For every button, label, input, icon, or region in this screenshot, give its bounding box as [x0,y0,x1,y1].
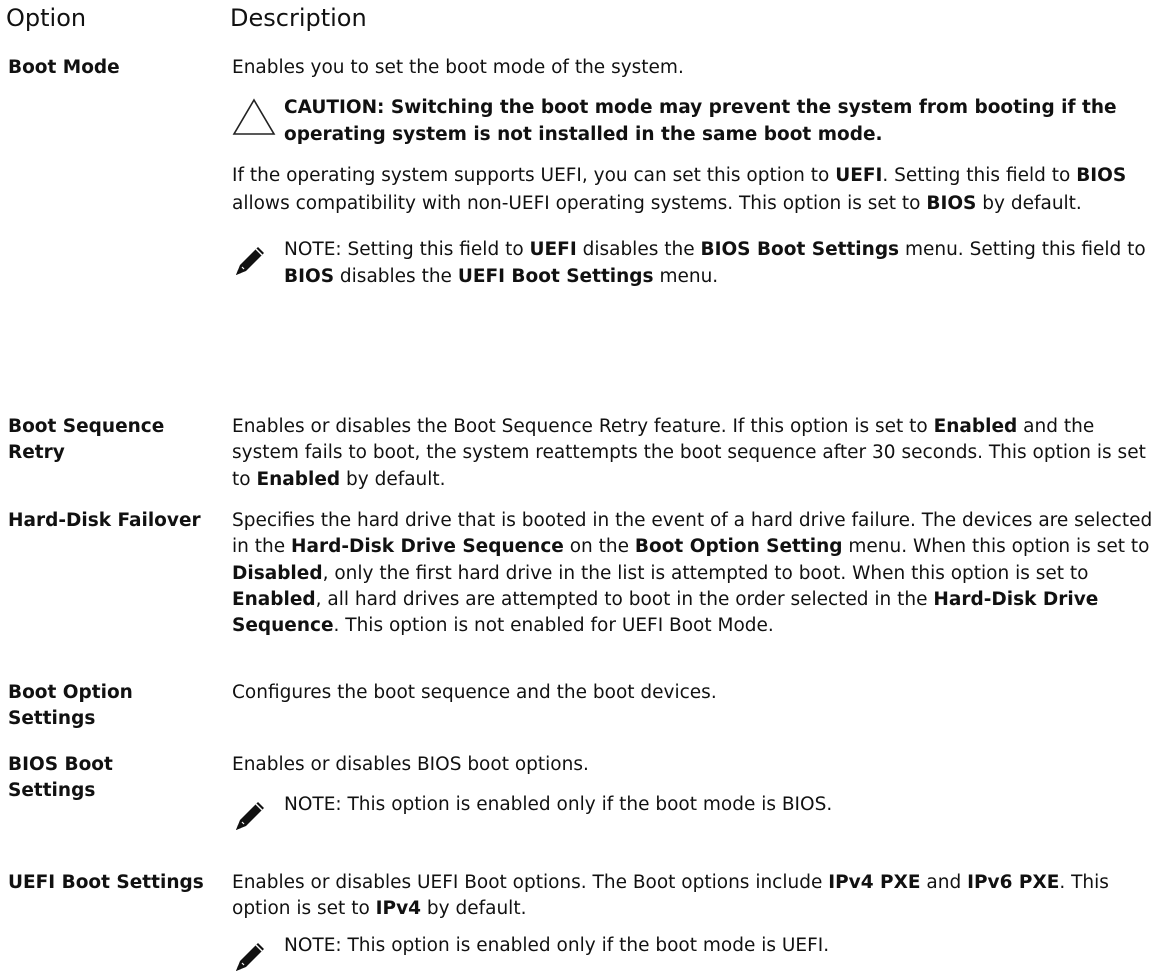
bold-text: BIOS [1076,164,1127,186]
pencil-note-icon [236,942,264,971]
caution-block: CAUTION: Switching the boot mode may pre… [232,95,1162,148]
text-span: menu. [653,265,719,287]
bold-text: Enabled [232,588,316,610]
bold-text: Hard-Disk Drive Sequence [291,536,564,558]
bold-text: IPv4 PXE [828,872,921,893]
text-span: This option is enabled only if the boot … [341,934,830,956]
bold-text: UEFI Boot Settings [457,265,654,287]
text-span: allows compatibility with non-UEFI opera… [232,192,927,214]
note-block: NOTE: Setting this field to UEFI disable… [232,237,1162,290]
description-text: Enables or disables UEFI Boot options. T… [232,870,1162,923]
caution-triangle-icon [232,98,276,136]
note-block: NOTE: This option is enabled only if the… [232,933,1162,971]
text-span: and [920,872,968,893]
description-text: Specifies the hard drive that is booted … [232,508,1162,639]
text-span: . Setting this field to [882,164,1077,186]
bold-text: Enabled [256,468,341,490]
note-block: NOTE: This option is enabled only if the… [232,792,1162,831]
note-label: NOTE: [284,239,342,261]
text-span: . This option is not enabled for UEFI Bo… [333,615,774,637]
text-span: on the [563,536,635,558]
option-column-header: Option [6,4,87,32]
text-span: , only the first hard drive in the list … [322,562,1089,584]
table-header: Option Description [0,0,1164,40]
text-span: by default. [421,898,527,920]
text-span: disables the [576,239,701,261]
text-span: Enables or disables UEFI Boot options. T… [232,872,829,893]
option-name: Boot Sequence Retry [8,416,165,464]
option-name: BIOS Boot Settings [8,754,113,802]
option-name: Boot Mode [8,57,120,78]
text-span: This option is enabled only if the boot … [341,794,833,816]
bold-text: BIOS [284,265,335,287]
document-page: Option Description Boot Mode Enables you… [0,0,1164,977]
option-name: Hard-Disk Failover [8,510,201,531]
text-span: by default. [976,192,1082,214]
note-label: NOTE: [284,934,342,956]
option-name: Boot Option Settings [8,682,133,730]
text-span: Enables or disables the Boot Sequence Re… [232,416,934,437]
bold-text: IPv4 [375,898,422,920]
text-span: If the operating system supports UEFI, y… [232,164,836,186]
description-text: Enables or disables the Boot Sequence Re… [232,414,1162,493]
text-span: Setting this field to [341,239,530,261]
text-span: menu. Setting this field to [899,239,1146,261]
pencil-note-icon [236,247,264,276]
note-text: NOTE: This option is enabled only if the… [284,792,1162,818]
note-text: NOTE: This option is enabled only if the… [284,933,1162,959]
text-span: by default. [340,468,446,490]
option-description: Configures the boot sequence and the boo… [232,680,1162,706]
bold-text: Disabled [232,562,323,584]
text-span: , all hard drives are attempted to boot … [315,588,934,610]
note-text: NOTE: Setting this field to UEFI disable… [284,237,1162,290]
description-text: Enables or disables BIOS boot options. [232,754,589,775]
text-span: disables the [334,265,458,287]
option-name: UEFI Boot Settings [8,872,204,893]
text-span: menu. When this option is set to [842,536,1150,558]
caution-text: CAUTION: Switching the boot mode may pre… [284,97,1117,145]
bold-text: BIOS Boot Settings [700,239,900,261]
option-description: Enables or disables the Boot Sequence Re… [232,414,1162,493]
description-column-header: Description [230,4,367,32]
bold-text: IPv6 PXE [967,872,1060,893]
option-description: Enables you to set the boot mode of the … [232,55,1162,290]
bold-text: UEFI [835,164,883,186]
option-description: Enables or disables BIOS boot options. N… [232,752,1162,831]
bold-text: Enabled [933,416,1018,437]
bold-text: BIOS [926,192,977,214]
pencil-note-icon [236,802,264,831]
description-text: Configures the boot sequence and the boo… [232,682,717,703]
note-label: NOTE: [284,794,342,816]
description-text: If the operating system supports UEFI, y… [232,162,1162,218]
description-text: Enables you to set the boot mode of the … [232,57,684,78]
option-description: Enables or disables UEFI Boot options. T… [232,870,1162,971]
bold-text: UEFI [529,239,577,261]
option-description: Specifies the hard drive that is booted … [232,508,1162,639]
bold-text: Boot Option Setting [634,536,843,558]
